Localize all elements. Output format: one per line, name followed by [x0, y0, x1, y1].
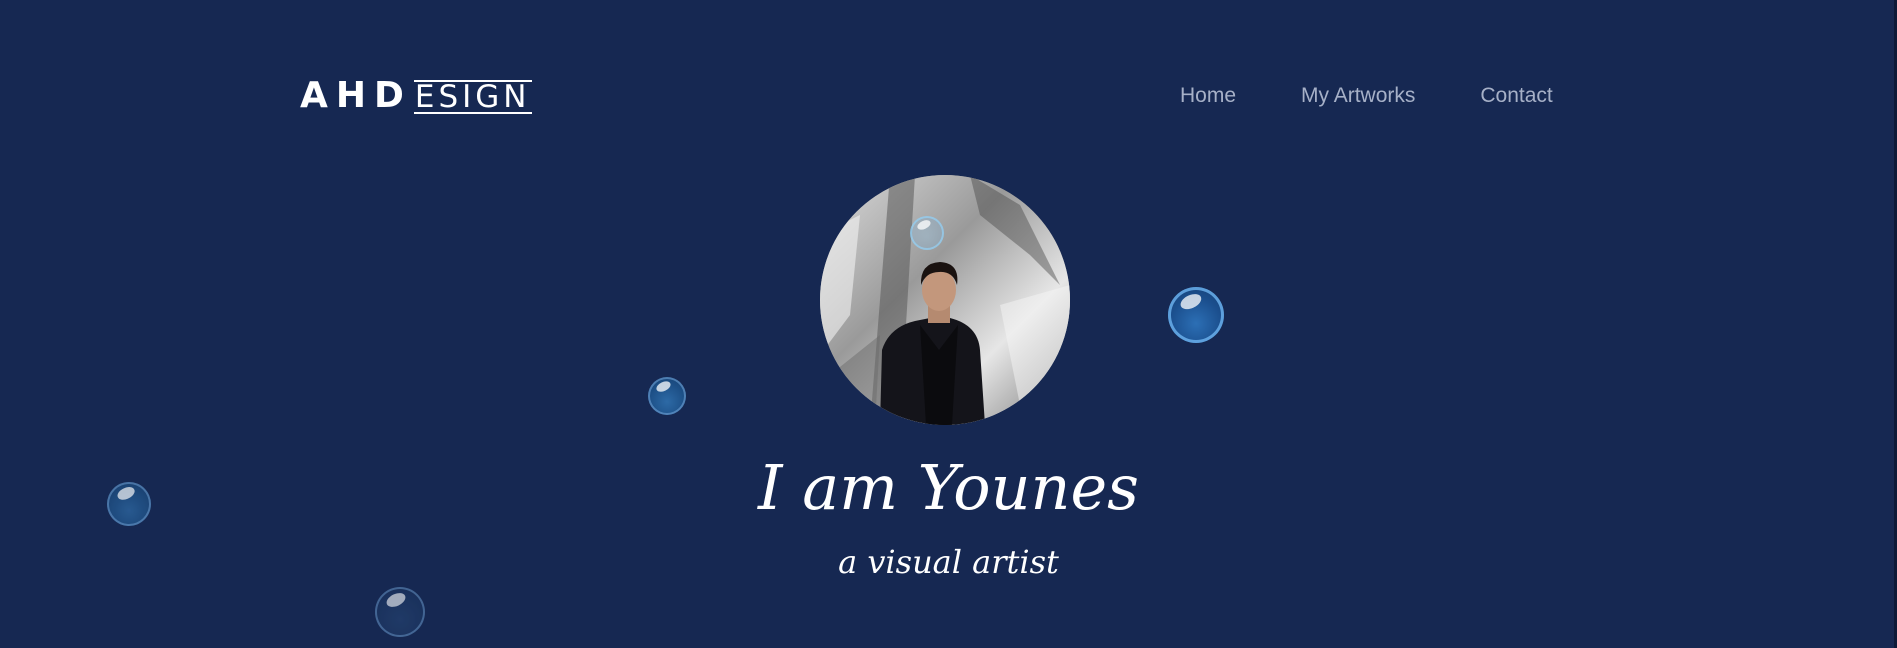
bubble-decoration [107, 482, 151, 526]
main-nav: Home My Artworks Contact [1180, 82, 1553, 110]
hero-subtitle: a visual artist [838, 543, 1059, 581]
bubble-decoration [648, 377, 686, 415]
logo-initials: AHD [300, 75, 412, 116]
bubble-decoration [375, 587, 425, 637]
profile-avatar [820, 175, 1070, 425]
logo[interactable]: AHD ESIGN [300, 76, 532, 116]
nav-contact-link[interactable]: Contact [1480, 82, 1552, 110]
hero-title: I am Younes [758, 451, 1139, 524]
logo-suffix: ESIGN [413, 79, 532, 115]
profile-photo [820, 175, 1070, 425]
nav-home-link[interactable]: Home [1180, 82, 1236, 110]
page: AHD ESIGN Home My Artworks Contact I am … [0, 0, 1897, 648]
bubble-decoration [910, 216, 944, 250]
nav-artworks-link[interactable]: My Artworks [1301, 82, 1415, 110]
bubble-decoration [1168, 287, 1224, 343]
